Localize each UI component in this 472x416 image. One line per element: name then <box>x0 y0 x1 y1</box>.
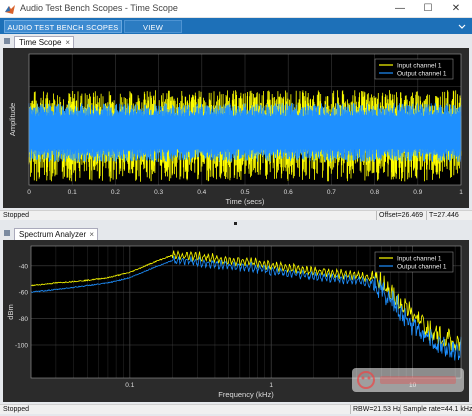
time-scope-plot[interactable]: 0 0.1 0.2 0.3 0.4 0.5 0.6 0.7 0.8 0.9 1 Amplitude Ti… <box>3 48 469 208</box>
expand-toolstrip-icon[interactable] <box>458 22 466 30</box>
toolstrip: AUDIO TEST BENCH SCOPES VIEW <box>0 18 472 34</box>
tab-spectrum-analyzer[interactable]: Spectrum Analyzer × <box>14 228 98 240</box>
sample-rate-readout: Sample rate=44.1 kHz <box>400 405 472 414</box>
x-tick-label: 0.1 <box>68 189 77 196</box>
offset-readout: Offset=26.469 <box>376 211 423 220</box>
splitter-handle[interactable] <box>234 222 237 225</box>
spectrum-status: Stopped <box>3 406 30 413</box>
tab-audio-test-bench-scopes[interactable]: AUDIO TEST BENCH SCOPES <box>4 20 122 33</box>
x-tick-label: 0.6 <box>284 189 293 196</box>
legend: Input channel 1Output channel 1 <box>374 58 454 80</box>
tab-time-scope-label: Time Scope <box>19 38 62 47</box>
matlab-logo-icon <box>5 5 15 14</box>
close-tab-spectrum-analyzer-icon[interactable]: × <box>89 229 94 240</box>
y-tick-label: -60 <box>19 290 29 297</box>
x-tick-label: 0.8 <box>370 189 379 196</box>
x-tick-label: 0.5 <box>240 189 249 196</box>
window-title: Audio Test Bench Scopes - Time Scope <box>20 3 178 13</box>
close-window-button[interactable]: ✕ <box>442 0 470 18</box>
legend-entry: Input channel 1 <box>397 256 442 263</box>
legend-entry: Input channel 1 <box>397 63 442 70</box>
rbw-readout: RBW=21.53 Hz <box>350 405 401 414</box>
x-tick-label: 0.4 <box>197 189 206 196</box>
y-axis-label: dBm <box>6 304 15 319</box>
x-tick-label: 0 <box>27 189 31 196</box>
x-tick-label: 0.7 <box>327 189 336 196</box>
y-tick-label: -100 <box>15 343 28 350</box>
maximize-button[interactable]: ☐ <box>414 0 442 18</box>
x-tick-label: 0.1 <box>125 382 134 389</box>
x-axis-label: Frequency (kHz) <box>218 390 274 399</box>
legend-entry: Output channel 1 <box>397 264 447 271</box>
x-tick-label: 1 <box>459 189 463 196</box>
legend-entry: Output channel 1 <box>397 71 447 78</box>
y-axis-label: Amplitude <box>8 103 17 136</box>
y-tick-label: -40 <box>19 263 29 270</box>
tab-time-scope[interactable]: Time Scope × <box>14 36 74 48</box>
legend: Input channel 1Output channel 1 <box>374 251 454 273</box>
x-tick-label: 1 <box>269 382 273 389</box>
time-scope-status: Stopped <box>3 212 30 219</box>
dock-handle-icon[interactable] <box>4 230 10 236</box>
x-tick-label: 0.3 <box>154 189 163 196</box>
spectrum-statusbar: Stopped RBW=21.53 Hz Sample rate=44.1 kH… <box>0 404 472 414</box>
tab-spectrum-analyzer-label: Spectrum Analyzer <box>19 230 87 239</box>
window-titlebar: Audio Test Bench Scopes - Time Scope — ☐… <box>0 0 472 18</box>
x-tick-label: 0.2 <box>111 189 120 196</box>
time-scope-statusbar: Stopped Offset=26.469 T=27.446 <box>0 210 472 220</box>
y-tick-label: -80 <box>19 316 29 323</box>
tab-view[interactable]: VIEW <box>124 20 182 33</box>
dock-handle-icon[interactable] <box>4 38 10 44</box>
time-readout: T=27.446 <box>426 211 459 220</box>
x-tick-label: 0.9 <box>413 189 422 196</box>
baidu-watermark-logo <box>352 368 464 392</box>
x-axis-label: Time (secs) <box>226 197 265 206</box>
minimize-button[interactable]: — <box>386 0 414 18</box>
close-tab-time-scope-icon[interactable]: × <box>65 37 70 48</box>
time-scope-panel: 0 0.1 0.2 0.3 0.4 0.5 0.6 0.7 0.8 0.9 1 Amplitude Ti… <box>3 48 469 208</box>
